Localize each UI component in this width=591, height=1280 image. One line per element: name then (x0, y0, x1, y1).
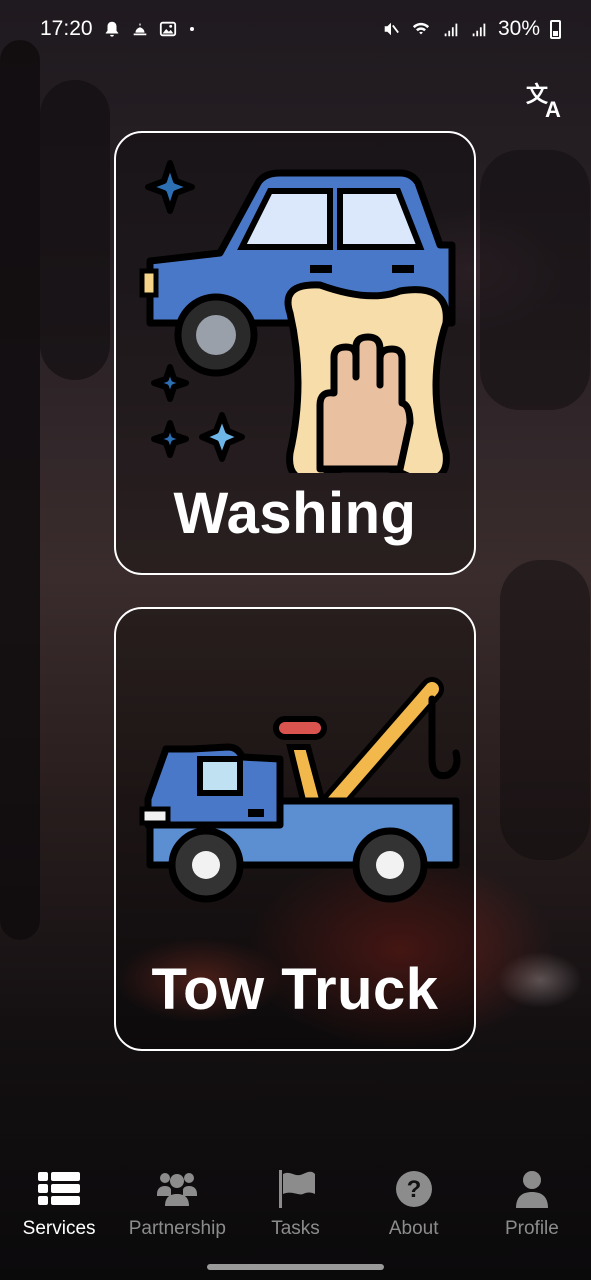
service-label-washing: Washing (173, 481, 417, 546)
mosque-icon (133, 22, 146, 36)
user-icon (515, 1171, 548, 1208)
signal-icon (444, 23, 458, 37)
nav-label-profile: Profile (504, 1218, 559, 1239)
battery-icon (550, 19, 561, 39)
service-card-tow-truck[interactable]: Tow Truck (114, 607, 476, 1051)
svg-text:?: ? (406, 1176, 421, 1203)
nav-item-services[interactable]: Services (0, 1160, 118, 1260)
nav-label-services: Services (22, 1218, 96, 1239)
tow-truck-icon (139, 677, 461, 903)
palm-silhouette (500, 560, 590, 860)
palm-silhouette (480, 150, 590, 410)
palm-silhouette (0, 40, 40, 940)
nav-label-tasks: Tasks (271, 1218, 320, 1239)
nav-item-about[interactable]: ? About (355, 1160, 473, 1260)
flag-icon (278, 1170, 315, 1208)
bottom-navigation: Services Partnership Tasks ? About Profi… (0, 1160, 591, 1260)
nav-label-partnership: Partnership (128, 1218, 226, 1239)
car-wash-icon (139, 160, 456, 473)
svg-text:A: A (545, 97, 561, 120)
service-card-washing[interactable]: Washing (114, 131, 476, 575)
image-icon (159, 21, 176, 37)
nav-label-about: About (388, 1218, 439, 1239)
notification-bell-icon (105, 21, 118, 37)
mute-icon (384, 22, 399, 36)
dot-icon (189, 27, 194, 31)
translate-icon[interactable]: 文 A (525, 80, 567, 120)
battery-percent: 30% (497, 17, 540, 40)
nav-item-tasks[interactable]: Tasks (236, 1160, 354, 1260)
nav-item-profile[interactable]: Profile (473, 1160, 591, 1260)
wifi-icon (412, 22, 430, 35)
signal-icon-2 (472, 23, 486, 37)
status-time: 17:20 (40, 17, 93, 40)
group-icon (157, 1173, 198, 1206)
status-bar: 17:20 30% (0, 0, 591, 58)
service-label-tow-truck: Tow Truck (151, 957, 439, 1022)
nav-item-partnership[interactable]: Partnership (118, 1160, 236, 1260)
list-icon (38, 1172, 81, 1205)
question-icon: ? (395, 1171, 432, 1207)
palm-silhouette (40, 80, 110, 380)
home-indicator[interactable] (207, 1264, 384, 1270)
